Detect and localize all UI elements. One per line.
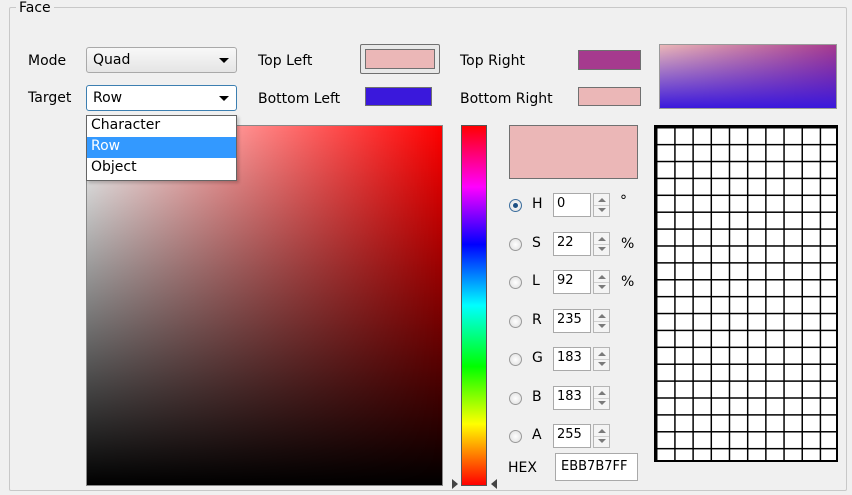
channel-label-l: L [532, 273, 540, 289]
bottom-left-label: Bottom Left [258, 91, 341, 107]
triangle-left-icon [491, 479, 497, 489]
group-title: Face [16, 0, 54, 16]
mode-combo-value: Quad [93, 52, 131, 68]
chevron-down-icon [219, 58, 229, 63]
channel-input-l[interactable]: 92 [553, 270, 591, 294]
target-dropdown-list: Character Row Object [86, 115, 237, 181]
channel-input-r[interactable]: 235 [553, 309, 591, 333]
channel-label-g: G [532, 350, 543, 366]
top-right-label: Top Right [460, 53, 525, 69]
target-option-character[interactable]: Character [87, 116, 236, 137]
spin-buttons-icon[interactable] [593, 386, 610, 410]
bottom-right-label: Bottom Right [460, 91, 553, 107]
bottom-right-swatch[interactable] [578, 87, 641, 106]
spin-buttons-icon[interactable] [593, 424, 610, 448]
hue-slider[interactable] [461, 125, 487, 486]
channel-label-s: S [532, 235, 541, 251]
spin-buttons-icon[interactable] [593, 309, 610, 333]
quad-gradient-preview [659, 44, 837, 109]
mode-combo[interactable]: Quad [86, 47, 237, 73]
channel-label-r: R [532, 312, 542, 328]
triangle-right-icon [452, 479, 458, 489]
target-option-object[interactable]: Object [87, 158, 236, 179]
spin-buttons-icon[interactable] [593, 232, 610, 256]
top-left-swatch [365, 49, 435, 69]
spin-buttons-icon[interactable] [593, 193, 610, 217]
channel-unit-h: ° [620, 193, 627, 209]
target-option-row[interactable]: Row [87, 137, 236, 158]
channel-radio-h[interactable] [509, 199, 522, 212]
channel-radio-b[interactable] [509, 392, 522, 405]
pixel-grid[interactable] [654, 125, 838, 462]
target-label: Target [28, 90, 72, 106]
hex-label: HEX [508, 460, 537, 476]
spin-buttons-icon[interactable] [593, 270, 610, 294]
top-right-swatch[interactable] [578, 50, 641, 70]
channel-radio-a[interactable] [509, 430, 522, 443]
spin-buttons-icon[interactable] [593, 347, 610, 371]
channel-input-b[interactable]: 183 [553, 386, 591, 410]
bottom-left-swatch[interactable] [365, 87, 432, 106]
channel-input-a[interactable]: 255 [553, 424, 591, 448]
chevron-down-icon [219, 96, 229, 101]
target-combo-value: Row [93, 90, 123, 106]
channel-radio-g[interactable] [509, 353, 522, 366]
current-color-preview [509, 125, 638, 179]
channel-unit-l: % [621, 274, 635, 290]
mode-label: Mode [28, 53, 67, 69]
channel-radio-r[interactable] [509, 315, 522, 328]
channel-unit-s: % [621, 236, 635, 252]
top-left-color-button[interactable] [360, 44, 440, 74]
channel-input-h[interactable]: 0 [553, 193, 591, 217]
channel-label-h: H [532, 196, 543, 212]
channel-label-b: B [532, 389, 542, 405]
target-combo[interactable]: Row [86, 85, 237, 111]
channel-radio-l[interactable] [509, 276, 522, 289]
top-left-label: Top Left [258, 53, 313, 69]
hex-input[interactable]: EBB7B7FF [555, 453, 638, 481]
channel-radio-s[interactable] [509, 238, 522, 251]
channel-label-a: A [532, 427, 542, 443]
channel-input-g[interactable]: 183 [553, 347, 591, 371]
channel-input-s[interactable]: 22 [553, 232, 591, 256]
